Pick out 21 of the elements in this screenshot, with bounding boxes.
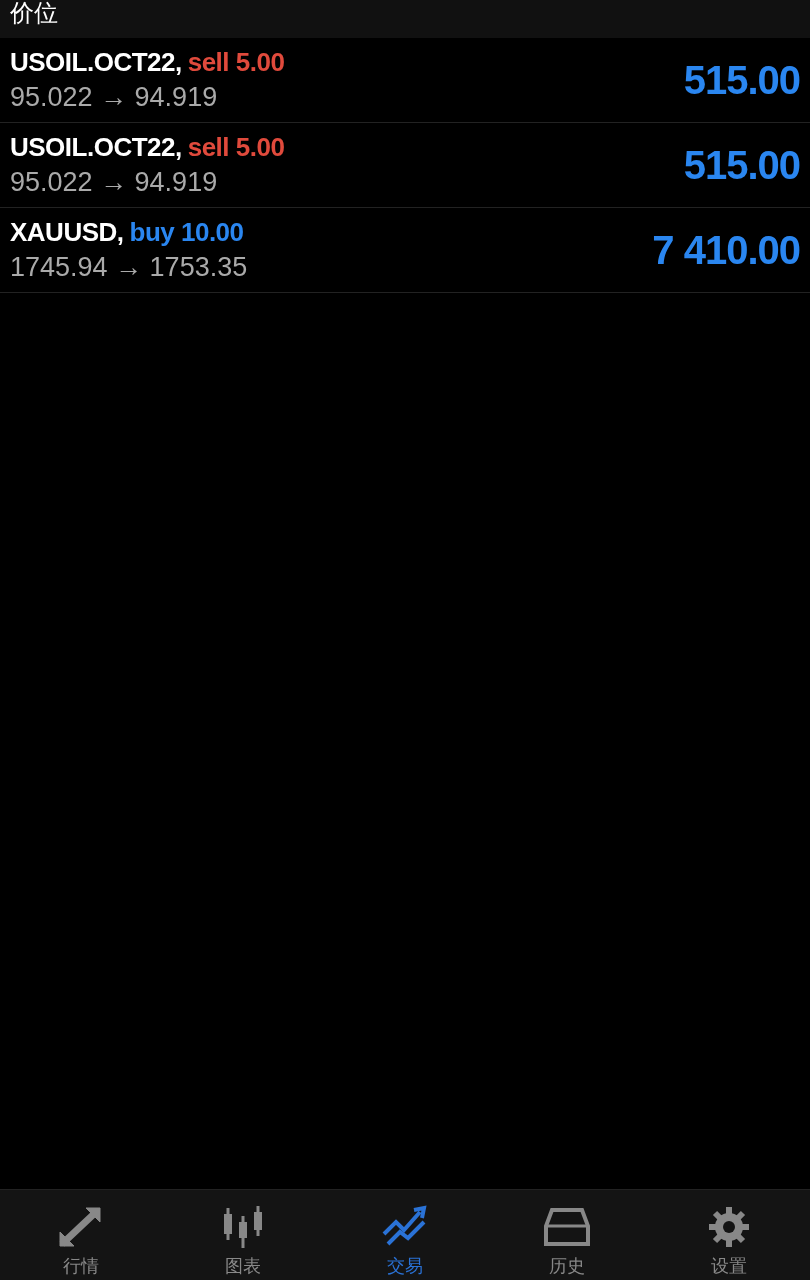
price-text: 95.022 → 94.919 bbox=[10, 82, 219, 113]
tab[interactable]: 历史 bbox=[486, 1190, 648, 1280]
tab[interactable]: 交易 bbox=[324, 1190, 486, 1280]
order-text: sell 5.00 bbox=[187, 47, 285, 78]
symbol-text: USOIL.OCT22, bbox=[10, 47, 182, 78]
profit-text: 7 410.00 bbox=[652, 227, 800, 273]
tab[interactable]: 设置 bbox=[648, 1190, 810, 1280]
symbol-text: XAUUSD, bbox=[10, 217, 124, 248]
section-title: 价位 bbox=[10, 0, 58, 29]
position-row[interactable]: USOIL.OCT22, sell 5.00 95.022 → 94.919 515.00 bbox=[0, 123, 810, 208]
price-text: 1745.94 → 1753.35 bbox=[10, 252, 248, 283]
order-text: sell 5.00 bbox=[187, 132, 285, 163]
tab[interactable]: 行情 bbox=[0, 1190, 162, 1280]
profit-text: 515.00 bbox=[683, 142, 800, 188]
profit-text: 515.00 bbox=[683, 57, 800, 103]
price-text: 95.022 → 94.919 bbox=[10, 167, 219, 198]
symbol-text: USOIL.OCT22, bbox=[10, 132, 182, 163]
order-text: buy 10.00 bbox=[129, 217, 244, 248]
position-row[interactable]: USOIL.OCT22, sell 5.00 95.022 → 94.919 515.00 bbox=[0, 38, 810, 123]
position-row[interactable]: XAUUSD, buy 10.00 1745.94 → 1753.35 7 410.00 bbox=[0, 208, 810, 293]
tab[interactable]: 图表 bbox=[162, 1190, 324, 1280]
